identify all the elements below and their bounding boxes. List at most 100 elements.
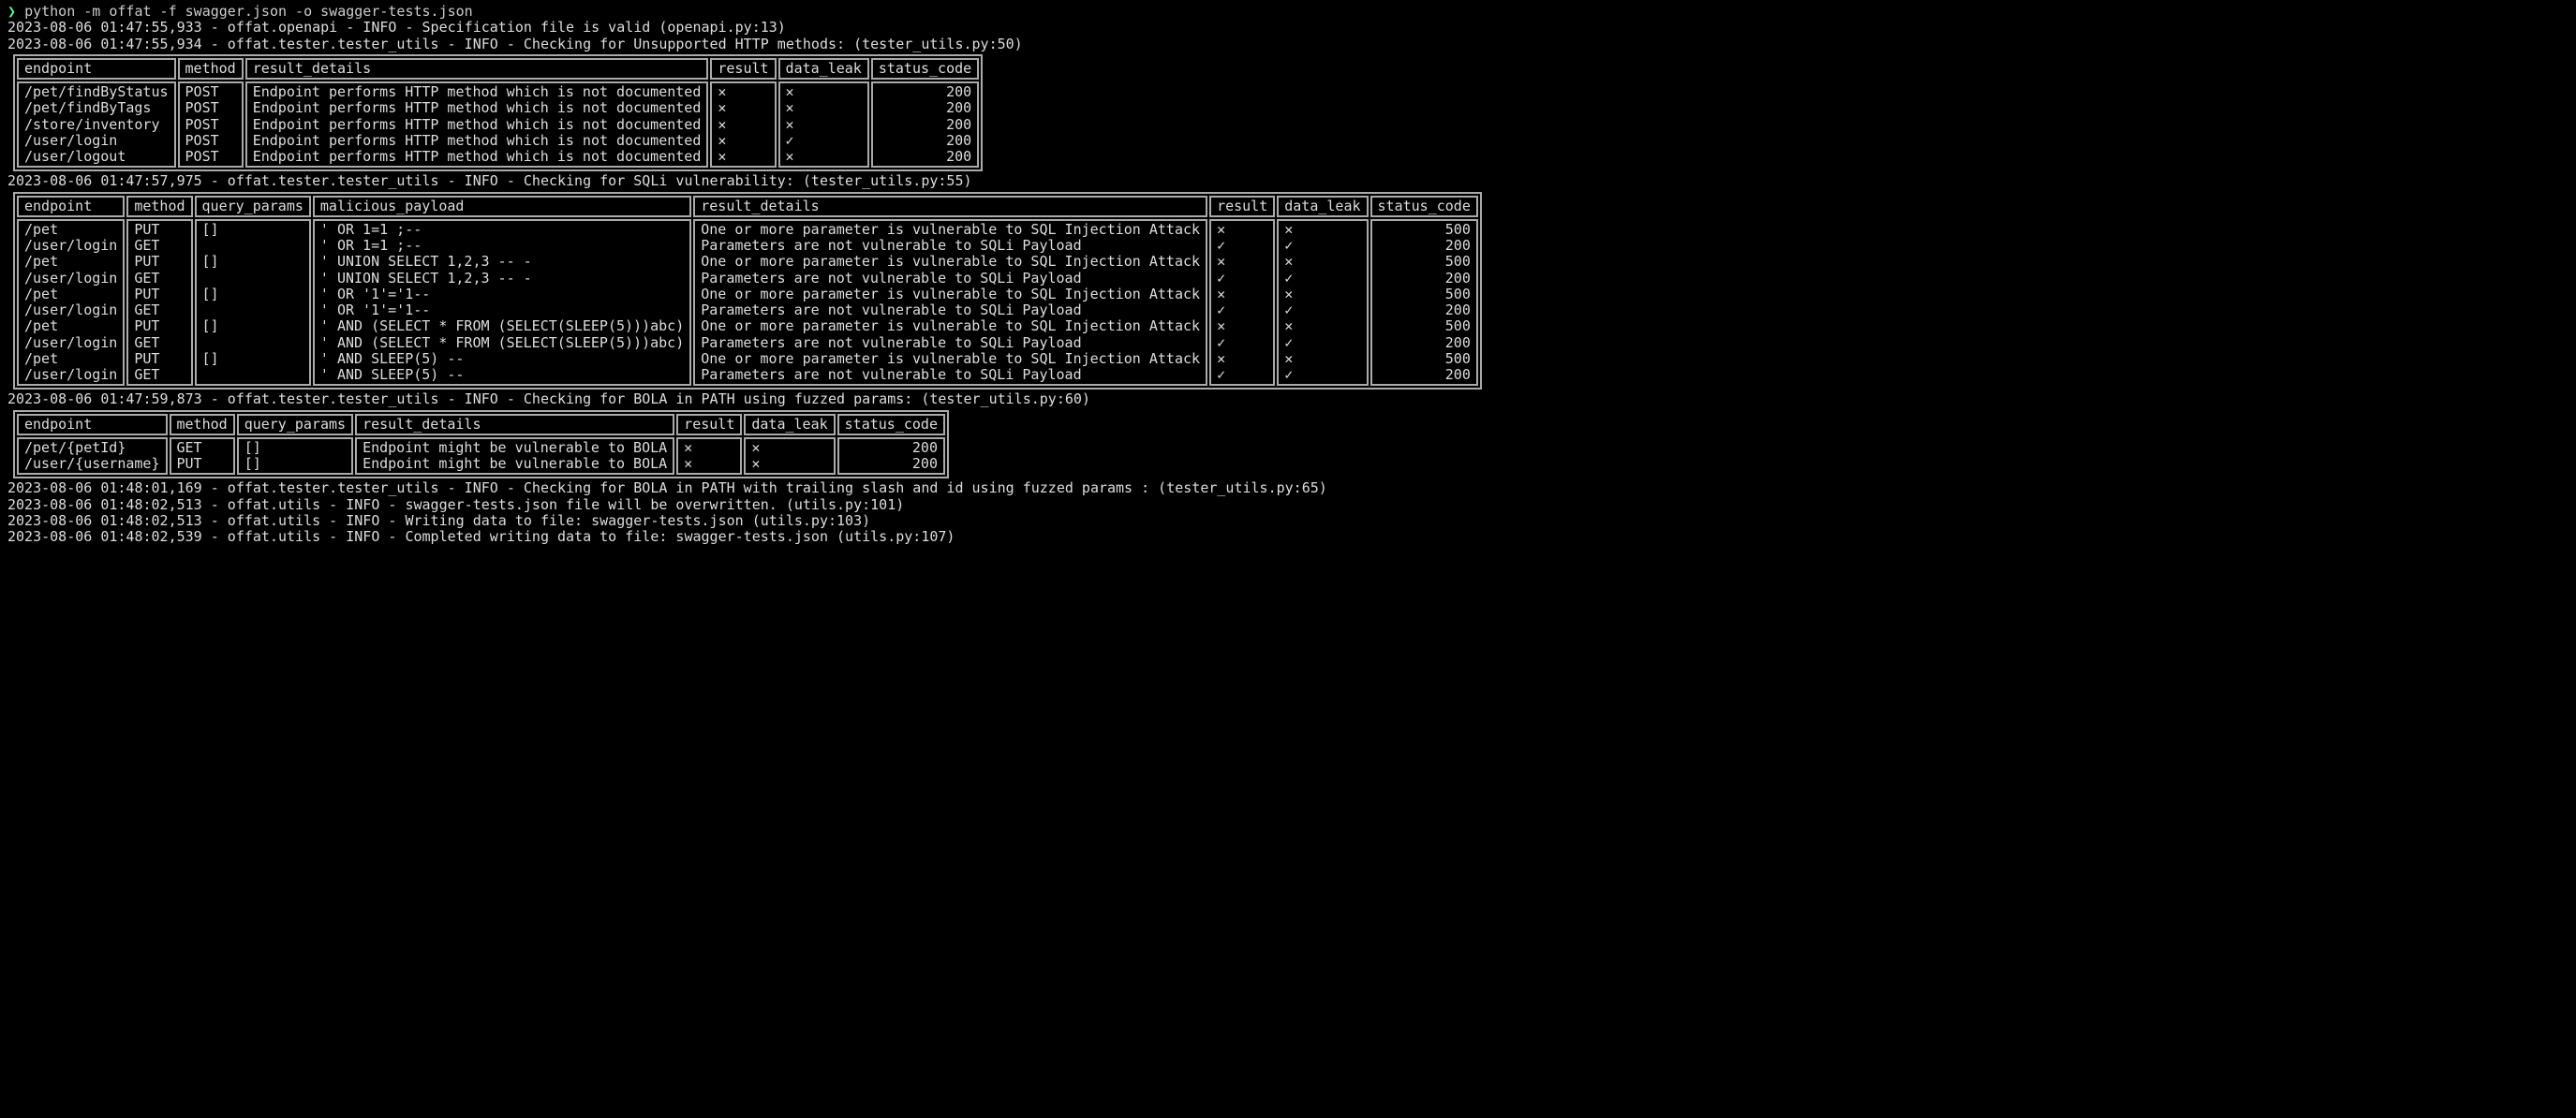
cell-value: ✓	[1284, 238, 1360, 254]
cell-value: POST	[185, 133, 236, 149]
cell-value: ✕	[684, 440, 734, 456]
cell-value: ' OR '1'='1--	[320, 302, 684, 318]
cell-value: PUT	[134, 318, 185, 334]
cell-value: ✕	[1217, 318, 1267, 334]
cell-value: ✕	[786, 84, 862, 100]
cell-value: POST	[185, 100, 236, 116]
cell-value: PUT	[134, 254, 185, 270]
log-line: 2023-08-06 01:47:55,934 - offat.tester.t…	[7, 37, 2569, 52]
sqli-table: endpoint method query_params malicious_p…	[13, 192, 1482, 390]
cell-value: Endpoint performs HTTP method which is n…	[253, 133, 702, 149]
cell-value: Endpoint performs HTTP method which is n…	[253, 84, 702, 100]
cell-value: One or more parameter is vulnerable to S…	[701, 254, 1200, 270]
col-result-details: result_details	[693, 196, 1207, 217]
cell-value: ✕	[751, 440, 827, 456]
cell-value: /user/login	[24, 238, 117, 254]
cell-value: []	[202, 318, 303, 334]
cell-value: ' OR 1=1 ;--	[320, 222, 684, 238]
cell-value: /user/login	[24, 271, 117, 287]
bola-table: endpoint method query_params result_deta…	[13, 410, 949, 479]
cell-value: PUT	[134, 351, 185, 367]
col-malicious-payload: malicious_payload	[313, 196, 691, 217]
col-result-details: result_details	[245, 58, 709, 80]
cell-value: []	[244, 456, 346, 472]
cell-value: ✕	[718, 149, 768, 165]
cell-value: /pet	[24, 318, 117, 334]
cell-value: /pet/findByStatus	[24, 84, 169, 100]
col-method: method	[126, 196, 192, 217]
cell-value: PUT	[134, 222, 185, 238]
cell-value: One or more parameter is vulnerable to S…	[701, 222, 1200, 238]
cell-value: ' AND (SELECT * FROM (SELECT(SLEEP(5)))a…	[320, 318, 684, 334]
cell-value: ✕	[751, 456, 827, 472]
cell-value: ✕	[718, 84, 768, 100]
col-result: result	[1209, 196, 1275, 217]
cell-value: /user/logout	[24, 149, 169, 165]
log-line: 2023-08-06 01:48:02,513 - offat.utils - …	[7, 497, 2569, 513]
http-methods-table: endpoint method result_details result da…	[13, 54, 983, 172]
cell-value: /pet	[24, 254, 117, 270]
cell-value: One or more parameter is vulnerable to S…	[701, 351, 1200, 367]
cell-value: Parameters are not vulnerable to SQLi Pa…	[701, 271, 1200, 287]
cell-value: 200	[1378, 302, 1471, 318]
cell-value: ✓	[1284, 302, 1360, 318]
cell-value: /pet	[24, 222, 117, 238]
col-endpoint: endpoint	[17, 58, 176, 80]
cell-value	[202, 271, 303, 287]
cell-value: /pet	[24, 351, 117, 367]
cell-value	[202, 302, 303, 318]
command-text: python -m offat -f swagger.json -o swagg…	[24, 3, 473, 20]
table-header-row: endpoint method result_details result da…	[17, 58, 979, 80]
table-row: /pet/findByStatus/pet/findByTags/store/i…	[17, 81, 979, 168]
cell-value: ✕	[1217, 222, 1267, 238]
cell-value	[202, 367, 303, 383]
cell-value: 200	[879, 133, 971, 149]
col-method: method	[170, 414, 235, 435]
cell-value: 200	[1378, 271, 1471, 287]
cell-value: /store/inventory	[24, 117, 169, 133]
log-line: 2023-08-06 01:47:55,933 - offat.openapi …	[7, 20, 2569, 36]
col-endpoint: endpoint	[17, 196, 125, 217]
cell-value: /user/login	[24, 302, 117, 318]
cell-value	[202, 238, 303, 254]
cell-value: POST	[185, 84, 236, 100]
cell-value: 500	[1378, 254, 1471, 270]
col-data-leak: data_leak	[744, 414, 835, 435]
cell-value: ✕	[1217, 254, 1267, 270]
log-line: 2023-08-06 01:47:59,873 - offat.tester.t…	[7, 391, 2569, 407]
cell-value: Parameters are not vulnerable to SQLi Pa…	[701, 335, 1200, 351]
log-line: 2023-08-06 01:47:57,975 - offat.tester.t…	[7, 173, 2569, 189]
table-row: /pet/user/login/pet/user/login/pet/user/…	[17, 219, 1478, 387]
cell-value: ' OR '1'='1--	[320, 287, 684, 302]
cell-value: GET	[134, 367, 185, 383]
cell-value: ✕	[718, 133, 768, 149]
cell-value: Endpoint performs HTTP method which is n…	[253, 117, 702, 133]
cell-value: []	[202, 287, 303, 302]
cell-value: Parameters are not vulnerable to SQLi Pa…	[701, 367, 1200, 383]
cell-value: One or more parameter is vulnerable to S…	[701, 287, 1200, 302]
cell-value: One or more parameter is vulnerable to S…	[701, 318, 1200, 334]
cell-value: Endpoint might be vulnerable to BOLA	[363, 440, 667, 456]
cell-value: /user/login	[24, 335, 117, 351]
cell-value: 200	[879, 100, 971, 116]
cell-value: /pet	[24, 287, 117, 302]
cell-value: POST	[185, 149, 236, 165]
cell-value: PUT	[134, 287, 185, 302]
cell-value: 200	[1378, 367, 1471, 383]
cell-value: PUT	[177, 456, 228, 472]
cell-value: ✓	[1284, 271, 1360, 287]
cell-value: ✓	[786, 133, 862, 149]
cell-value: ✓	[1217, 238, 1267, 254]
cell-value: GET	[134, 302, 185, 318]
cell-value: 200	[879, 84, 971, 100]
cell-value: ✕	[786, 149, 862, 165]
cell-value: ✕	[1284, 351, 1360, 367]
col-result: result	[710, 58, 776, 80]
table-header-row: endpoint method query_params result_deta…	[17, 414, 945, 435]
col-result: result	[676, 414, 742, 435]
cell-value: ✕	[1217, 287, 1267, 302]
cell-value: /user/login	[24, 133, 169, 149]
cell-value: ✓	[1284, 335, 1360, 351]
log-line: 2023-08-06 01:48:02,539 - offat.utils - …	[7, 529, 2569, 545]
cell-value: /user/{username}	[24, 456, 160, 472]
